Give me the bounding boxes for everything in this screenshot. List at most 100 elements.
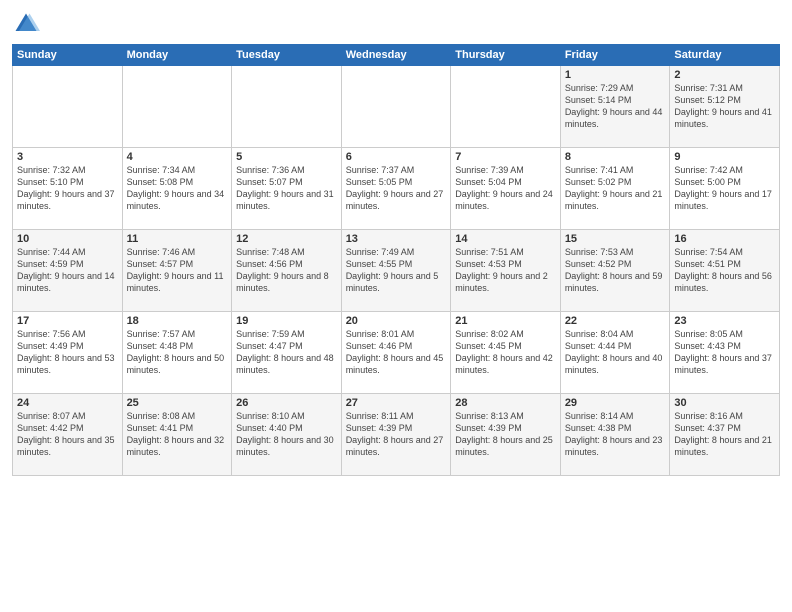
day-number: 27 xyxy=(346,397,447,409)
day-info: Sunrise: 7:39 AM Sunset: 5:04 PM Dayligh… xyxy=(455,164,556,213)
day-info: Sunrise: 7:44 AM Sunset: 4:59 PM Dayligh… xyxy=(17,246,118,295)
day-number: 24 xyxy=(17,397,118,409)
logo-icon xyxy=(12,10,40,38)
calendar-cell: 19Sunrise: 7:59 AM Sunset: 4:47 PM Dayli… xyxy=(232,312,342,394)
weekday-header: Sunday xyxy=(13,45,123,66)
day-number: 30 xyxy=(674,397,775,409)
calendar-cell: 13Sunrise: 7:49 AM Sunset: 4:55 PM Dayli… xyxy=(341,230,451,312)
calendar-cell xyxy=(451,66,561,148)
day-number: 8 xyxy=(565,151,666,163)
calendar-cell: 15Sunrise: 7:53 AM Sunset: 4:52 PM Dayli… xyxy=(560,230,670,312)
calendar-cell: 27Sunrise: 8:11 AM Sunset: 4:39 PM Dayli… xyxy=(341,394,451,476)
day-info: Sunrise: 8:14 AM Sunset: 4:38 PM Dayligh… xyxy=(565,410,666,459)
day-info: Sunrise: 8:04 AM Sunset: 4:44 PM Dayligh… xyxy=(565,328,666,377)
day-info: Sunrise: 7:36 AM Sunset: 5:07 PM Dayligh… xyxy=(236,164,337,213)
day-info: Sunrise: 8:02 AM Sunset: 4:45 PM Dayligh… xyxy=(455,328,556,377)
day-number: 23 xyxy=(674,315,775,327)
weekday-header: Wednesday xyxy=(341,45,451,66)
calendar-cell: 4Sunrise: 7:34 AM Sunset: 5:08 PM Daylig… xyxy=(122,148,232,230)
calendar-cell: 14Sunrise: 7:51 AM Sunset: 4:53 PM Dayli… xyxy=(451,230,561,312)
calendar-cell: 7Sunrise: 7:39 AM Sunset: 5:04 PM Daylig… xyxy=(451,148,561,230)
calendar-cell: 22Sunrise: 8:04 AM Sunset: 4:44 PM Dayli… xyxy=(560,312,670,394)
day-number: 4 xyxy=(127,151,228,163)
calendar-week-row: 24Sunrise: 8:07 AM Sunset: 4:42 PM Dayli… xyxy=(13,394,780,476)
day-number: 28 xyxy=(455,397,556,409)
day-info: Sunrise: 7:49 AM Sunset: 4:55 PM Dayligh… xyxy=(346,246,447,295)
day-number: 17 xyxy=(17,315,118,327)
day-number: 15 xyxy=(565,233,666,245)
day-number: 16 xyxy=(674,233,775,245)
day-info: Sunrise: 8:11 AM Sunset: 4:39 PM Dayligh… xyxy=(346,410,447,459)
day-number: 7 xyxy=(455,151,556,163)
calendar-cell xyxy=(341,66,451,148)
calendar-cell: 9Sunrise: 7:42 AM Sunset: 5:00 PM Daylig… xyxy=(670,148,780,230)
calendar-cell: 20Sunrise: 8:01 AM Sunset: 4:46 PM Dayli… xyxy=(341,312,451,394)
calendar-cell: 6Sunrise: 7:37 AM Sunset: 5:05 PM Daylig… xyxy=(341,148,451,230)
day-number: 12 xyxy=(236,233,337,245)
calendar-cell: 1Sunrise: 7:29 AM Sunset: 5:14 PM Daylig… xyxy=(560,66,670,148)
calendar-cell xyxy=(122,66,232,148)
day-info: Sunrise: 8:10 AM Sunset: 4:40 PM Dayligh… xyxy=(236,410,337,459)
day-info: Sunrise: 7:51 AM Sunset: 4:53 PM Dayligh… xyxy=(455,246,556,295)
day-info: Sunrise: 8:13 AM Sunset: 4:39 PM Dayligh… xyxy=(455,410,556,459)
weekday-header: Saturday xyxy=(670,45,780,66)
day-info: Sunrise: 8:08 AM Sunset: 4:41 PM Dayligh… xyxy=(127,410,228,459)
calendar-cell: 3Sunrise: 7:32 AM Sunset: 5:10 PM Daylig… xyxy=(13,148,123,230)
weekday-header: Tuesday xyxy=(232,45,342,66)
calendar-cell: 8Sunrise: 7:41 AM Sunset: 5:02 PM Daylig… xyxy=(560,148,670,230)
day-info: Sunrise: 8:05 AM Sunset: 4:43 PM Dayligh… xyxy=(674,328,775,377)
calendar-cell: 5Sunrise: 7:36 AM Sunset: 5:07 PM Daylig… xyxy=(232,148,342,230)
day-info: Sunrise: 7:54 AM Sunset: 4:51 PM Dayligh… xyxy=(674,246,775,295)
day-number: 29 xyxy=(565,397,666,409)
day-number: 25 xyxy=(127,397,228,409)
day-info: Sunrise: 8:16 AM Sunset: 4:37 PM Dayligh… xyxy=(674,410,775,459)
day-number: 3 xyxy=(17,151,118,163)
calendar-cell: 2Sunrise: 7:31 AM Sunset: 5:12 PM Daylig… xyxy=(670,66,780,148)
day-number: 22 xyxy=(565,315,666,327)
calendar-cell: 16Sunrise: 7:54 AM Sunset: 4:51 PM Dayli… xyxy=(670,230,780,312)
calendar-cell: 24Sunrise: 8:07 AM Sunset: 4:42 PM Dayli… xyxy=(13,394,123,476)
calendar-cell: 11Sunrise: 7:46 AM Sunset: 4:57 PM Dayli… xyxy=(122,230,232,312)
day-info: Sunrise: 7:53 AM Sunset: 4:52 PM Dayligh… xyxy=(565,246,666,295)
calendar-cell: 25Sunrise: 8:08 AM Sunset: 4:41 PM Dayli… xyxy=(122,394,232,476)
calendar-cell xyxy=(13,66,123,148)
calendar-week-row: 3Sunrise: 7:32 AM Sunset: 5:10 PM Daylig… xyxy=(13,148,780,230)
day-number: 21 xyxy=(455,315,556,327)
day-info: Sunrise: 7:46 AM Sunset: 4:57 PM Dayligh… xyxy=(127,246,228,295)
calendar-week-row: 17Sunrise: 7:56 AM Sunset: 4:49 PM Dayli… xyxy=(13,312,780,394)
day-info: Sunrise: 7:34 AM Sunset: 5:08 PM Dayligh… xyxy=(127,164,228,213)
day-number: 13 xyxy=(346,233,447,245)
day-number: 6 xyxy=(346,151,447,163)
calendar-cell: 29Sunrise: 8:14 AM Sunset: 4:38 PM Dayli… xyxy=(560,394,670,476)
day-info: Sunrise: 7:37 AM Sunset: 5:05 PM Dayligh… xyxy=(346,164,447,213)
day-info: Sunrise: 7:31 AM Sunset: 5:12 PM Dayligh… xyxy=(674,82,775,131)
day-info: Sunrise: 7:56 AM Sunset: 4:49 PM Dayligh… xyxy=(17,328,118,377)
day-number: 19 xyxy=(236,315,337,327)
day-info: Sunrise: 7:41 AM Sunset: 5:02 PM Dayligh… xyxy=(565,164,666,213)
calendar-cell: 12Sunrise: 7:48 AM Sunset: 4:56 PM Dayli… xyxy=(232,230,342,312)
day-number: 26 xyxy=(236,397,337,409)
calendar-cell: 21Sunrise: 8:02 AM Sunset: 4:45 PM Dayli… xyxy=(451,312,561,394)
day-number: 14 xyxy=(455,233,556,245)
day-info: Sunrise: 7:48 AM Sunset: 4:56 PM Dayligh… xyxy=(236,246,337,295)
calendar-cell: 30Sunrise: 8:16 AM Sunset: 4:37 PM Dayli… xyxy=(670,394,780,476)
day-info: Sunrise: 8:01 AM Sunset: 4:46 PM Dayligh… xyxy=(346,328,447,377)
header xyxy=(12,10,780,38)
calendar-cell: 26Sunrise: 8:10 AM Sunset: 4:40 PM Dayli… xyxy=(232,394,342,476)
calendar-body: 1Sunrise: 7:29 AM Sunset: 5:14 PM Daylig… xyxy=(13,66,780,476)
calendar-header-row: SundayMondayTuesdayWednesdayThursdayFrid… xyxy=(13,45,780,66)
calendar-table: SundayMondayTuesdayWednesdayThursdayFrid… xyxy=(12,44,780,476)
calendar-cell xyxy=(232,66,342,148)
day-number: 11 xyxy=(127,233,228,245)
day-info: Sunrise: 7:29 AM Sunset: 5:14 PM Dayligh… xyxy=(565,82,666,131)
day-info: Sunrise: 7:42 AM Sunset: 5:00 PM Dayligh… xyxy=(674,164,775,213)
day-number: 2 xyxy=(674,69,775,81)
day-number: 18 xyxy=(127,315,228,327)
day-info: Sunrise: 7:59 AM Sunset: 4:47 PM Dayligh… xyxy=(236,328,337,377)
calendar-cell: 23Sunrise: 8:05 AM Sunset: 4:43 PM Dayli… xyxy=(670,312,780,394)
day-info: Sunrise: 7:57 AM Sunset: 4:48 PM Dayligh… xyxy=(127,328,228,377)
calendar-week-row: 1Sunrise: 7:29 AM Sunset: 5:14 PM Daylig… xyxy=(13,66,780,148)
day-number: 20 xyxy=(346,315,447,327)
calendar-cell: 17Sunrise: 7:56 AM Sunset: 4:49 PM Dayli… xyxy=(13,312,123,394)
calendar-cell: 18Sunrise: 7:57 AM Sunset: 4:48 PM Dayli… xyxy=(122,312,232,394)
